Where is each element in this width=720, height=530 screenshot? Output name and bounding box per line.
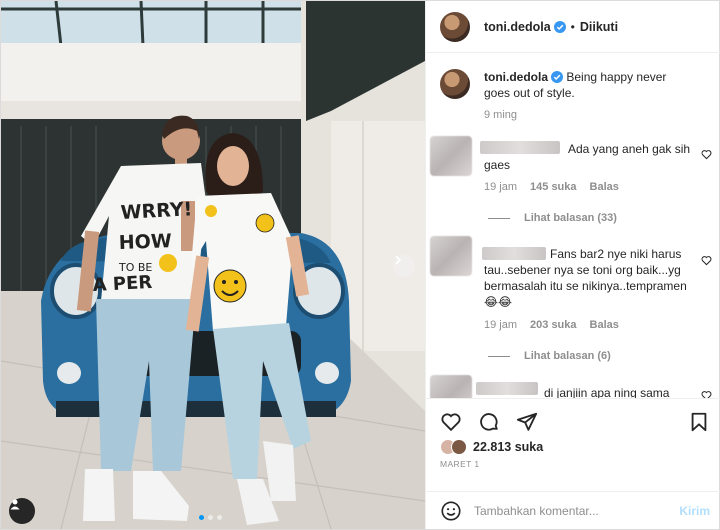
carousel-dot-1 xyxy=(199,515,204,520)
comment-meta: 19 jam 145 suka Balas xyxy=(484,181,619,193)
liker-avatar xyxy=(451,439,467,455)
comment-likes[interactable]: 203 suka xyxy=(530,319,576,331)
tagged-users-button[interactable] xyxy=(9,498,35,524)
comment-age: 19 jam xyxy=(484,181,518,193)
comment-meta: 19 jam 203 suka Balas xyxy=(484,319,619,331)
likes-count[interactable]: 22.813 suka xyxy=(473,440,543,454)
comment-age: 19 jam xyxy=(484,319,518,331)
verified-badge-icon xyxy=(551,71,563,83)
comment-text: di janjiin apa ning sama xyxy=(544,386,670,398)
comment-composer: Kirim xyxy=(426,491,720,529)
post-comment-button[interactable]: Kirim xyxy=(679,504,710,518)
caption-author-avatar[interactable] xyxy=(440,69,470,99)
replies-divider xyxy=(488,355,510,357)
post-photo[interactable]: WRRY! HOW TO BE A PER xyxy=(1,1,425,529)
view-replies-label: Lihat balasan (33) xyxy=(524,212,617,224)
comments-list[interactable]: toni.dedola Being happy never goes out o… xyxy=(426,53,720,398)
emoji-icon[interactable] xyxy=(440,500,462,522)
comment-text: Fans bar2 nye niki harus tau..sebener ny… xyxy=(484,247,687,309)
post-date: MARET 1 xyxy=(440,459,480,469)
view-replies-button[interactable]: Lihat balasan (6) xyxy=(488,350,611,362)
bookmark-icon[interactable] xyxy=(688,411,710,433)
author-username[interactable]: toni.dedola xyxy=(484,20,551,34)
comment-text: Ada yang aneh gak sih gaes xyxy=(484,142,691,172)
carousel-next-button[interactable] xyxy=(393,255,415,277)
carousel-dot-3 xyxy=(217,515,222,520)
svg-text:A PER: A PER xyxy=(92,272,153,296)
send-icon[interactable] xyxy=(516,411,538,433)
following-button[interactable]: Diikuti xyxy=(580,20,618,34)
heart-icon[interactable] xyxy=(701,390,712,398)
comment-reply-button[interactable]: Balas xyxy=(590,319,619,331)
comment-avatar-blurred xyxy=(430,236,472,276)
svg-text:HOW: HOW xyxy=(118,230,172,254)
view-replies-button[interactable]: Lihat balasan (33) xyxy=(488,212,617,224)
caption-text: toni.dedola Being happy never goes out o… xyxy=(484,69,694,123)
comment-avatar-blurred xyxy=(430,375,472,398)
carousel-dot-2 xyxy=(208,515,213,520)
comment-avatar-blurred xyxy=(430,136,472,176)
replies-divider xyxy=(488,217,510,219)
post-header: toni.dedola • Diikuti xyxy=(426,1,720,53)
author-avatar[interactable] xyxy=(440,11,470,42)
comment-likes[interactable]: 145 suka xyxy=(530,181,576,193)
comment-reply-button[interactable]: Balas xyxy=(590,181,619,193)
heart-icon[interactable] xyxy=(440,411,462,433)
carousel-indicator xyxy=(199,515,222,520)
caption-username[interactable]: toni.dedola xyxy=(484,70,548,84)
post-actions: 22.813 suka MARET 1 xyxy=(426,398,720,491)
photo-illustration: WRRY! HOW TO BE A PER xyxy=(1,1,425,529)
action-icons xyxy=(440,411,538,433)
svg-text:WRRY!: WRRY! xyxy=(120,198,193,224)
caption-age: 9 ming xyxy=(484,109,518,121)
heart-icon[interactable] xyxy=(701,255,712,266)
comment-icon[interactable] xyxy=(478,411,500,433)
verified-badge-icon xyxy=(553,20,566,33)
heart-icon[interactable] xyxy=(701,149,712,160)
post-details-pane: toni.dedola • Diikuti toni.dedola Being … xyxy=(425,1,720,529)
comment-input[interactable] xyxy=(474,502,664,520)
chevron-right-icon xyxy=(395,255,402,265)
view-replies-label: Lihat balasan (6) xyxy=(524,350,611,362)
likes-row: 22.813 suka xyxy=(440,439,543,455)
header-separator: • xyxy=(570,19,575,34)
user-tag-icon xyxy=(10,499,20,510)
